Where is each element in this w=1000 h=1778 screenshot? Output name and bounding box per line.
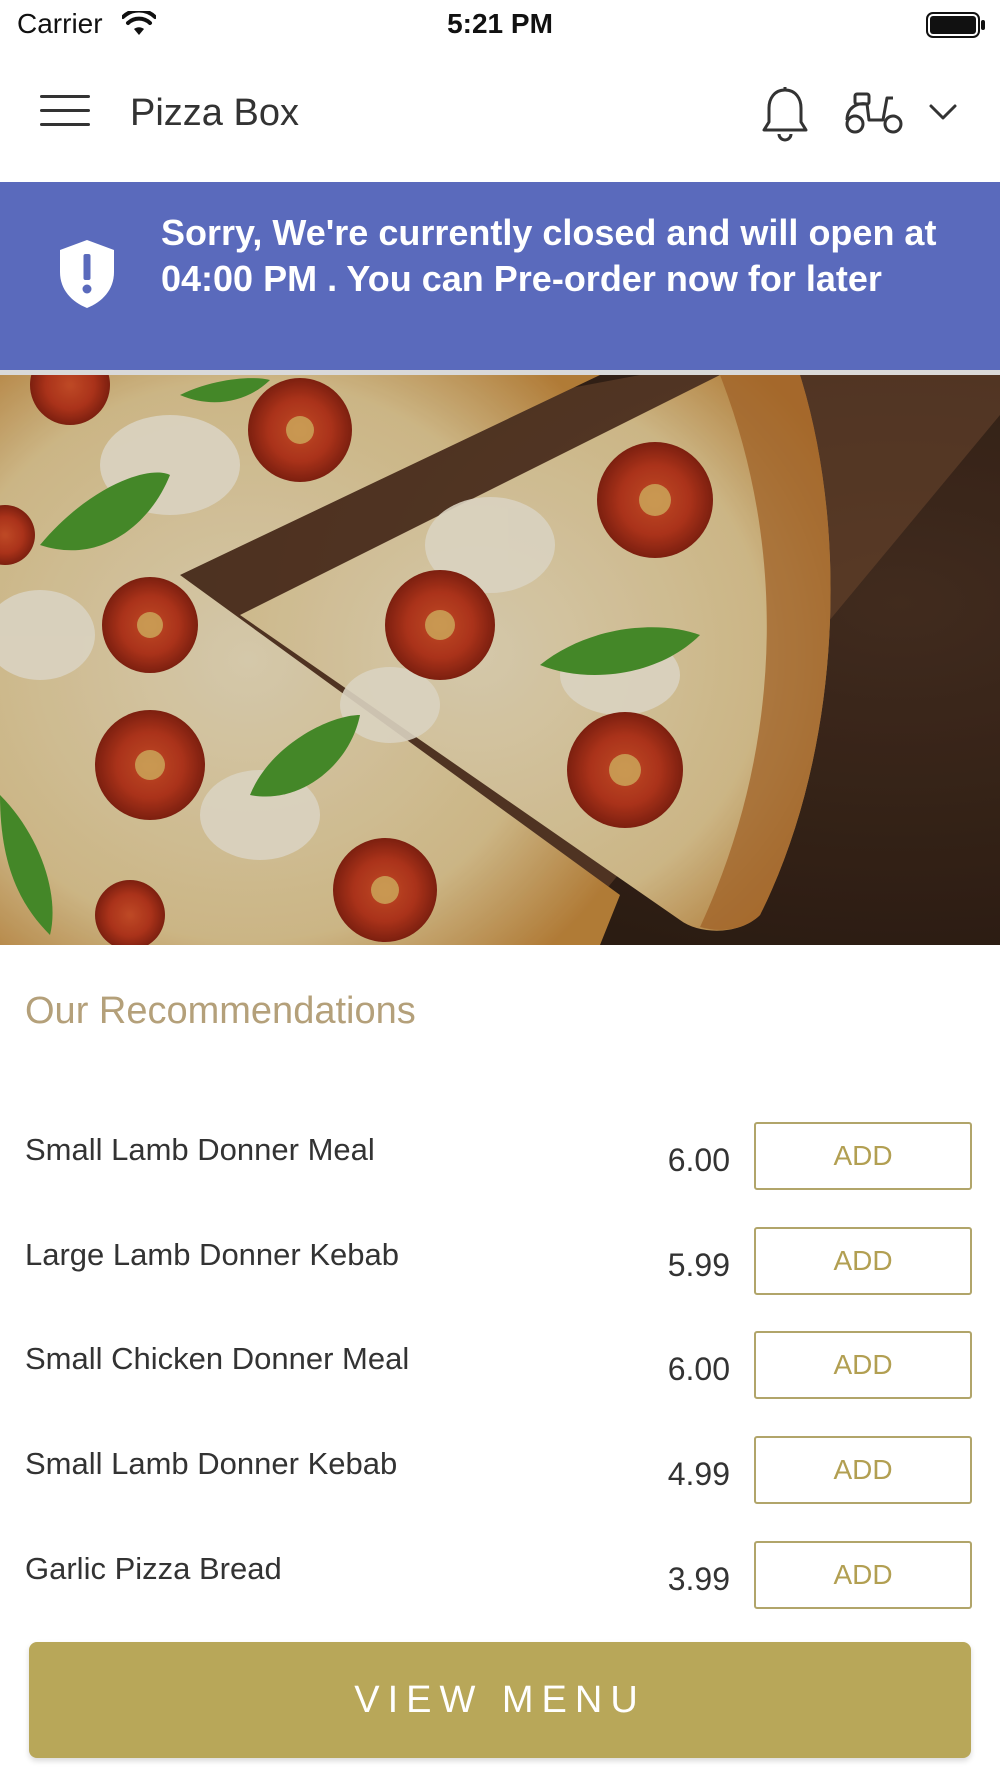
restaurant-title: Pizza Box [130,92,299,134]
status-bar: Carrier 5:21 PM [0,0,1000,48]
list-item: Small Lamb Donner Kebab 4.99 ADD [0,1436,1000,1508]
item-name: Garlic Pizza Bread [25,1551,282,1586]
notification-bell-icon[interactable] [760,86,810,147]
item-name: Small Lamb Donner Meal [25,1132,375,1167]
item-price: 3.99 [667,1561,730,1597]
closed-notice-text: Sorry, We're currently closed and will o… [161,212,937,299]
view-menu-button[interactable]: VIEW MENU [29,1642,971,1758]
list-item: Small Lamb Donner Meal 6.00 ADD [0,1122,1000,1194]
list-item: Garlic Pizza Bread 3.99 ADD [0,1541,1000,1613]
shield-alert-icon [58,238,116,315]
item-price: 4.99 [667,1456,730,1492]
add-button[interactable]: ADD [754,1227,972,1295]
closed-notice-banner: Sorry, We're currently closed and will o… [0,182,1000,375]
chevron-down-icon[interactable] [928,102,958,127]
item-name: Large Lamb Donner Kebab [25,1237,399,1272]
battery-icon [926,12,986,43]
app-header: Pizza Box [0,48,1000,182]
item-price: 6.00 [667,1351,730,1387]
delivery-scooter-icon[interactable] [843,90,905,141]
list-item: Small Chicken Donner Meal 6.00 ADD [0,1331,1000,1403]
clock: 5:21 PM [447,8,553,39]
item-name: Small Chicken Donner Meal [25,1341,410,1376]
hero-pizza-image [0,375,1000,945]
hamburger-menu-icon[interactable] [40,95,90,135]
list-item: Large Lamb Donner Kebab 5.99 ADD [0,1227,1000,1299]
item-name: Small Lamb Donner Kebab [25,1446,398,1481]
add-button[interactable]: ADD [754,1331,972,1399]
add-button[interactable]: ADD [754,1122,972,1190]
recommendations-heading: Our Recommendations [25,990,416,1032]
item-price: 6.00 [667,1142,730,1178]
add-button[interactable]: ADD [754,1436,972,1504]
add-button[interactable]: ADD [754,1541,972,1609]
item-price: 5.99 [667,1247,730,1283]
